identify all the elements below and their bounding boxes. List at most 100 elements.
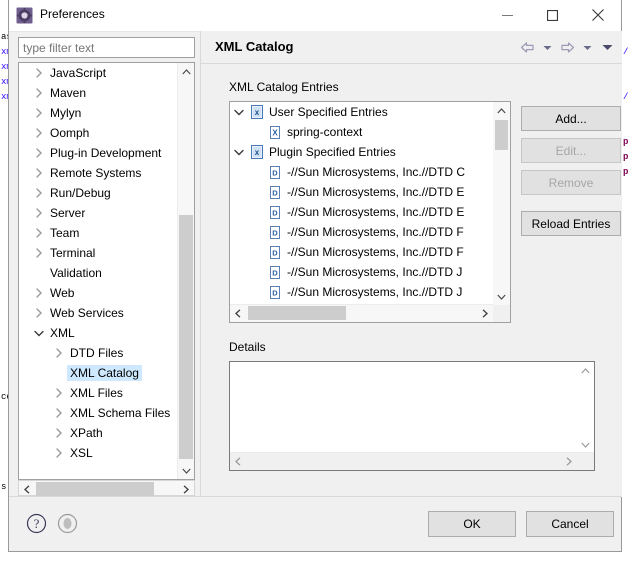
minimize-button[interactable] — [485, 0, 530, 30]
sidebar-item-plug-in-development[interactable]: Plug-in Development — [19, 143, 178, 163]
sidebar-item-web[interactable]: Web — [19, 283, 178, 303]
chevron-down-icon[interactable] — [230, 109, 248, 116]
scroll-thumb[interactable] — [248, 306, 346, 320]
forward-menu-chevron-down-icon[interactable] — [578, 39, 596, 56]
svg-text:X: X — [272, 128, 278, 137]
sidebar-item-team[interactable]: Team — [19, 223, 178, 243]
scroll-right-icon[interactable] — [178, 481, 194, 497]
sidebar-item-xml-schema-files[interactable]: XML Schema Files — [19, 403, 178, 423]
preferences-tree-vscrollbar[interactable] — [177, 63, 194, 479]
maximize-button[interactable] — [530, 0, 575, 30]
sidebar-item-xml-catalog[interactable]: XML Catalog — [19, 363, 178, 383]
chevron-right-icon[interactable] — [51, 408, 67, 418]
catalog-row[interactable]: x Plugin Specified Entries — [230, 142, 493, 162]
sidebar-item-xml-files[interactable]: XML Files — [19, 383, 178, 403]
scroll-left-icon[interactable] — [230, 305, 246, 321]
sidebar-item-mylyn[interactable]: Mylyn — [19, 103, 178, 123]
chevron-right-icon[interactable] — [31, 68, 47, 78]
scroll-right-icon[interactable] — [561, 453, 577, 469]
scroll-up-icon[interactable] — [178, 63, 194, 80]
sidebar-item-run-debug[interactable]: Run/Debug — [19, 183, 178, 203]
chevron-right-icon[interactable] — [31, 248, 47, 258]
sidebar-item-javascript[interactable]: JavaScript — [19, 63, 178, 83]
chevron-down-icon[interactable] — [230, 149, 248, 156]
search-input[interactable] — [18, 37, 195, 58]
sidebar-item-xml[interactable]: XML — [19, 323, 178, 343]
chevron-down-icon[interactable] — [31, 330, 47, 337]
preferences-tree[interactable]: JavaScript Maven Mylyn Oomph Plug-in Develop… — [18, 62, 195, 480]
close-button[interactable] — [575, 0, 620, 30]
details-hscrollbar[interactable] — [230, 452, 594, 470]
sidebar-item-maven[interactable]: Maven — [19, 83, 178, 103]
chevron-right-icon[interactable] — [31, 88, 47, 98]
sidebar-item-validation[interactable]: Validation — [19, 263, 178, 283]
scroll-left-icon[interactable] — [19, 481, 35, 497]
catalog-row[interactable]: D -//Sun Microsystems, Inc.//DTD F — [230, 222, 493, 242]
apply-icon[interactable] — [57, 513, 78, 534]
chevron-right-icon[interactable] — [31, 288, 47, 298]
sidebar-item-remote-systems[interactable]: Remote Systems — [19, 163, 178, 183]
catalog-row[interactable]: Xspring-context — [230, 122, 493, 142]
edit-button[interactable]: Edit... — [521, 138, 621, 163]
scroll-down-icon[interactable] — [493, 288, 509, 305]
chevron-right-icon[interactable] — [51, 448, 67, 458]
sidebar-item-web-services[interactable]: Web Services — [19, 303, 178, 323]
back-menu-chevron-down-icon[interactable] — [538, 39, 556, 56]
catalog-row[interactable]: D -//Sun Microsystems, Inc.//DTD E — [230, 202, 493, 222]
chevron-right-icon[interactable] — [51, 348, 67, 358]
sidebar-item-server[interactable]: Server — [19, 203, 178, 223]
sidebar-item-oomph[interactable]: Oomph — [19, 123, 178, 143]
chevron-right-icon[interactable] — [31, 108, 47, 118]
catalog-hscrollbar[interactable] — [230, 304, 493, 322]
chevron-down-icon — [34, 330, 44, 336]
scroll-left-icon[interactable] — [230, 453, 246, 469]
scroll-down-icon[interactable] — [577, 436, 593, 453]
chevron-right-icon[interactable] — [51, 388, 67, 398]
back-arrow-icon[interactable] — [518, 39, 536, 56]
catalog-row[interactable]: D -//Sun Microsystems, Inc.//DTD E — [230, 182, 493, 202]
chevron-right-icon — [35, 168, 42, 178]
sidebar-item-xpath[interactable]: XPath — [19, 423, 178, 443]
add-button[interactable]: Add... — [521, 106, 621, 131]
forward-arrow-icon[interactable] — [558, 39, 576, 56]
chevron-right-icon[interactable] — [31, 128, 47, 138]
catalog-row[interactable]: x User Specified Entries — [230, 102, 493, 122]
chevron-right-icon[interactable] — [31, 228, 47, 238]
chevron-right-icon[interactable] — [31, 168, 47, 178]
chevron-right-icon[interactable] — [31, 208, 47, 218]
scroll-down-icon[interactable] — [178, 462, 194, 479]
background-editor-right: / / ppp — [622, 0, 635, 562]
catalog-row-label: -//Sun Microsystems, Inc.//DTD J — [287, 285, 463, 299]
sidebar-item-xsl[interactable]: XSL — [19, 443, 178, 463]
ok-button[interactable]: OK — [428, 511, 516, 537]
help-icon[interactable]: ? — [26, 513, 47, 534]
details-vscrollbar[interactable] — [577, 362, 594, 453]
chevron-right-icon[interactable] — [31, 308, 47, 318]
reload-entries-button[interactable]: Reload Entries — [521, 211, 621, 236]
chevron-right-icon — [35, 128, 42, 138]
preferences-tree-hscrollbar[interactable] — [18, 480, 195, 496]
remove-button[interactable]: Remove — [521, 170, 621, 195]
scroll-right-icon[interactable] — [477, 305, 493, 321]
scroll-thumb[interactable] — [495, 120, 508, 150]
scroll-up-icon[interactable] — [493, 102, 509, 119]
scroll-thumb[interactable] — [179, 215, 193, 459]
details-panel[interactable] — [229, 361, 595, 471]
svg-text:?: ? — [34, 516, 40, 531]
sidebar-item-dtd-files[interactable]: DTD Files — [19, 343, 178, 363]
catalog-vscrollbar[interactable] — [493, 102, 510, 305]
sidebar-item-terminal[interactable]: Terminal — [19, 243, 178, 263]
catalog-row[interactable]: D -//Sun Microsystems, Inc.//DTD J — [230, 262, 493, 282]
catalog-row[interactable]: D -//Sun Microsystems, Inc.//DTD F — [230, 242, 493, 262]
chevron-right-icon[interactable] — [51, 428, 67, 438]
catalog-row[interactable]: D -//Sun Microsystems, Inc.//DTD J — [230, 282, 493, 302]
catalog-entries-tree[interactable]: x User Specified Entries Xspring-context x P… — [229, 101, 511, 323]
catalog-row-label: -//Sun Microsystems, Inc.//DTD J — [287, 265, 463, 279]
chevron-right-icon[interactable] — [31, 188, 47, 198]
scroll-up-icon[interactable] — [577, 362, 593, 379]
cancel-button[interactable]: Cancel — [526, 511, 614, 537]
catalog-row[interactable]: D -//Sun Microsystems, Inc.//DTD C — [230, 162, 493, 182]
view-menu-chevron-down-icon[interactable] — [598, 39, 616, 56]
chevron-right-icon[interactable] — [31, 148, 47, 158]
scroll-thumb[interactable] — [36, 482, 154, 496]
